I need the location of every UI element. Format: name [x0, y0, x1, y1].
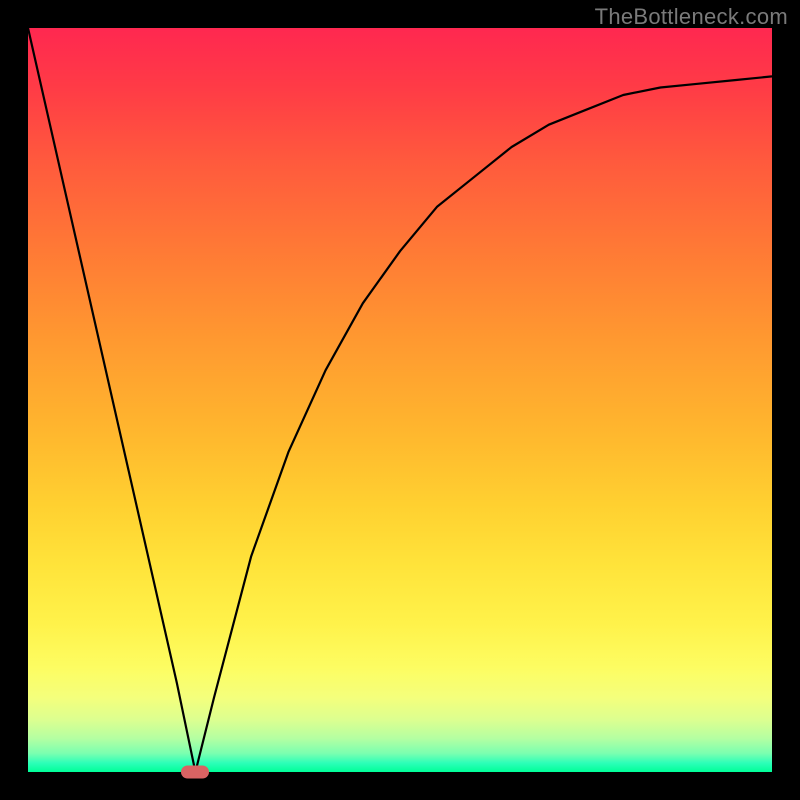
plot-area	[28, 28, 772, 772]
minimum-marker	[181, 766, 209, 779]
gradient-background	[28, 28, 772, 772]
chart-frame: TheBottleneck.com	[0, 0, 800, 800]
watermark-text: TheBottleneck.com	[595, 4, 788, 30]
